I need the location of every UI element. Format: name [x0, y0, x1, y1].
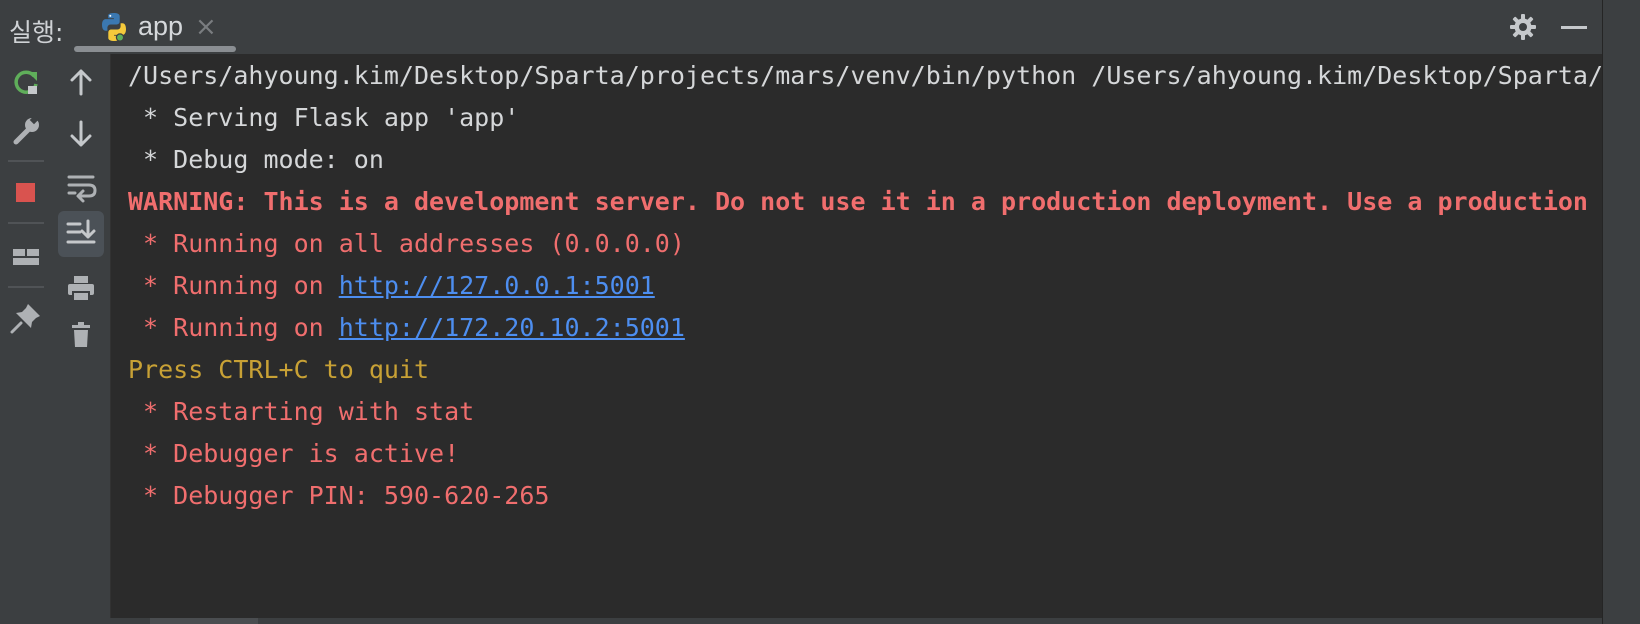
horizontal-scrollbar[interactable] [0, 618, 1602, 624]
gear-icon[interactable] [1509, 13, 1537, 41]
console-toolbar [52, 54, 111, 618]
console-line-command: /Users/ahyoung.kim/Desktop/Sparta/projec… [128, 61, 1602, 90]
run-label: 실행: [9, 18, 64, 47]
print-button[interactable] [61, 268, 101, 308]
tab-app[interactable]: app × [74, 0, 236, 54]
console-line-prefix: * Running on [128, 313, 339, 342]
toolbar-separator [8, 222, 44, 224]
console-output[interactable]: /Users/ahyoung.kim/Desktop/Sparta/projec… [111, 54, 1602, 618]
python-icon [102, 13, 126, 42]
stop-button[interactable] [6, 172, 46, 212]
settings-button[interactable] [6, 110, 46, 150]
active-tab-indicator [74, 46, 236, 52]
console-line: * Debugger is active! [128, 439, 460, 468]
arrow-up-icon [70, 69, 92, 96]
console-line-warning: WARNING: This is a development server. D… [128, 187, 1588, 216]
console-line-prefix: * Running on [128, 271, 339, 300]
minimize-icon[interactable] [1561, 26, 1587, 29]
stop-icon [16, 183, 35, 202]
toolbar-separator [8, 286, 44, 288]
close-tab-icon[interactable]: × [195, 12, 217, 42]
rerun-button[interactable] [6, 62, 46, 102]
console-line-url: * Running on http://127.0.0.1:5001 [128, 266, 655, 306]
rerun-icon [14, 70, 38, 94]
left-toolbar [0, 54, 52, 618]
console-line: * Serving Flask app 'app' [128, 103, 520, 132]
scroll-to-end-icon [66, 219, 96, 244]
pin-icon [10, 304, 40, 334]
arrow-down-icon [70, 120, 92, 147]
console-line-quit-hint: Press CTRL+C to quit [128, 355, 430, 384]
right-edge-strip [1602, 0, 1640, 624]
previous-occurrence-button[interactable] [61, 62, 101, 102]
run-tool-window-header: 실행: app × [0, 0, 1602, 55]
console-line: * Running on all addresses (0.0.0.0) [128, 229, 685, 258]
scrollbar-thumb[interactable] [150, 618, 258, 624]
toolbar-separator [8, 160, 44, 162]
network-url-link[interactable]: http://172.20.10.2:5001 [339, 313, 685, 342]
pin-tab-button[interactable] [6, 298, 46, 338]
wrench-icon [13, 115, 39, 145]
console-line: * Debugger PIN: 590-620-265 [128, 481, 550, 510]
console-line-url: * Running on http://172.20.10.2:5001 [128, 308, 685, 348]
next-occurrence-button[interactable] [61, 114, 101, 154]
local-url-link[interactable]: http://127.0.0.1:5001 [339, 271, 655, 300]
print-icon [68, 276, 94, 302]
soft-wrap-button[interactable] [61, 166, 101, 206]
console-line: * Debug mode: on [128, 145, 384, 174]
scroll-to-end-button[interactable] [58, 211, 104, 257]
trash-icon [72, 322, 90, 347]
layout-icon [13, 249, 39, 265]
clear-all-button[interactable] [61, 314, 101, 354]
console-line: * Restarting with stat [128, 397, 475, 426]
layout-button[interactable] [6, 236, 46, 276]
tab-label: app [138, 11, 184, 41]
soft-wrap-icon [67, 175, 97, 203]
